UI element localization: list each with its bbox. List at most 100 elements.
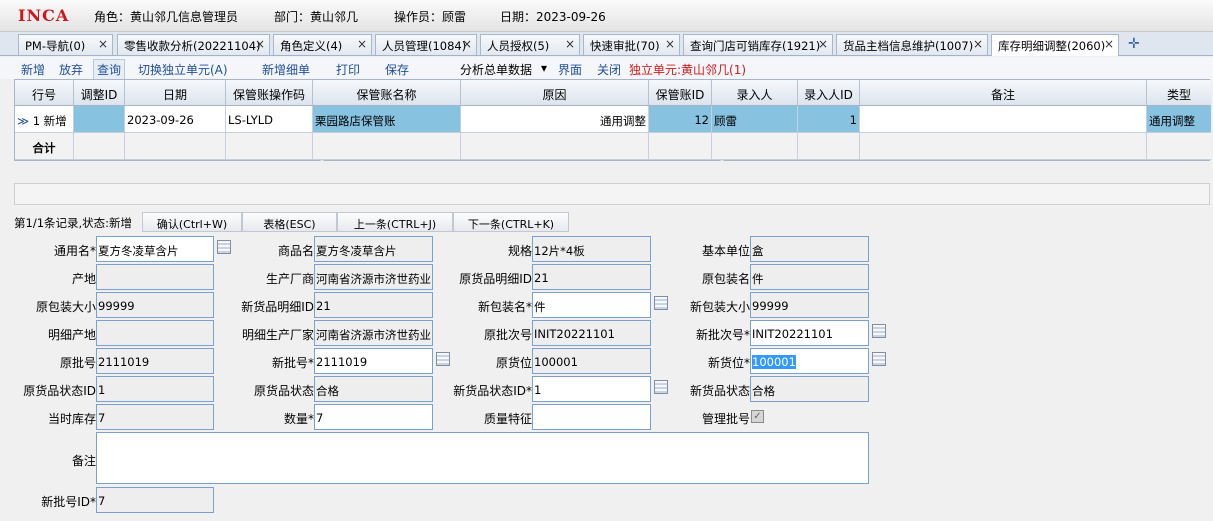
orig-detail-id-field[interactable]: 21 (532, 264, 651, 290)
orig-status-id-field[interactable]: 1 (96, 376, 214, 402)
close-icon[interactable]: × (973, 37, 983, 51)
calendar-icon[interactable] (872, 352, 886, 366)
remark-textarea[interactable] (96, 432, 869, 484)
col-reason[interactable]: 原因 (461, 80, 649, 106)
col-acct-id[interactable]: 保管账ID (649, 80, 712, 106)
prev-record-button[interactable]: 上一条(CTRL+J) (337, 212, 453, 232)
confirm-button[interactable]: 确认(Ctrl+W) (142, 212, 242, 232)
new-pack-field[interactable]: 件 (532, 292, 651, 318)
manage-batch-checkbox[interactable]: ✓ (751, 410, 764, 423)
quality-field[interactable] (532, 404, 651, 430)
tab-staff-auth[interactable]: 人员授权(5) × (480, 34, 580, 55)
origin-label: 产地 (71, 272, 96, 286)
generic-name-field[interactable]: 夏方冬凌草含片 (96, 236, 214, 262)
detail-origin-label: 明细产地 (47, 328, 96, 342)
origin-field[interactable] (96, 264, 214, 290)
close-icon[interactable]: × (665, 37, 675, 51)
new-batch-id-field[interactable]: 7 (96, 487, 214, 513)
new-batch-field[interactable]: 2111019 (314, 348, 433, 374)
col-adjust-id[interactable]: 调整ID (74, 80, 125, 106)
cell-adjust-id[interactable] (74, 106, 125, 133)
maker-field[interactable]: 河南省济源市济世药业 (314, 264, 433, 290)
cell-type[interactable]: 通用调整 (1147, 106, 1211, 133)
close-icon[interactable]: × (98, 37, 108, 51)
total-cell (649, 133, 712, 160)
tab-quick-approve[interactable]: 快速审批(70) × (583, 34, 680, 55)
total-cell (125, 133, 226, 160)
calendar-icon[interactable] (436, 352, 450, 366)
tab-stock-adjust[interactable]: 库存明细调整(2060) × (991, 34, 1119, 56)
close-icon[interactable]: × (1104, 37, 1114, 51)
cell-name[interactable]: 栗园路店保管账 (313, 106, 461, 133)
orig-loc-field[interactable]: 100001 (532, 348, 651, 374)
spec-field[interactable]: 12片*4板 (532, 236, 651, 262)
add-tab-icon[interactable]: ✛ (1128, 36, 1140, 52)
tab-staff-manage[interactable]: 人员管理(1084) × (375, 34, 477, 55)
role-label: 角色：黄山邻几信息管理员 (94, 10, 239, 24)
orig-batch-field[interactable]: 2111019 (96, 348, 214, 374)
total-cell (226, 133, 313, 160)
new-status-field[interactable]: 合格 (750, 376, 869, 402)
cell-remark[interactable] (860, 106, 1147, 133)
print-button[interactable]: 打印 (336, 61, 360, 78)
col-entered-by[interactable]: 录入人 (712, 80, 798, 106)
table-row[interactable]: ≫ 1 新增 (15, 106, 74, 133)
cell-date[interactable]: 2023-09-26 (125, 106, 226, 133)
tab-product-master[interactable]: 货品主档信息维护(1007) × (836, 34, 988, 55)
col-code[interactable]: 保管账操作码 (226, 80, 313, 106)
calendar-icon[interactable] (872, 324, 886, 338)
detail-origin-field[interactable] (96, 320, 214, 346)
close-icon[interactable]: × (818, 37, 828, 51)
new-loc-field[interactable]: 100001 (750, 348, 869, 374)
calendar-icon[interactable] (654, 296, 668, 310)
new-detail-id-field[interactable]: 21 (314, 292, 433, 318)
chevron-down-icon[interactable]: ▾ (541, 61, 547, 75)
tab-retail-analysis[interactable]: 零售收款分析(20221104) × (117, 34, 270, 55)
close-icon[interactable]: × (565, 37, 575, 51)
product-name-field[interactable]: 夏方冬凌草含片 (314, 236, 433, 262)
save-button[interactable]: 保存 (385, 61, 409, 78)
close-icon[interactable]: × (357, 37, 367, 51)
calendar-icon[interactable] (654, 380, 668, 394)
scroll-area[interactable] (14, 183, 1210, 205)
orig-lot-field[interactable]: INIT20221101 (532, 320, 651, 346)
total-cell (313, 133, 461, 160)
col-entered-by-id[interactable]: 录入人ID (798, 80, 860, 106)
col-date[interactable]: 日期 (125, 80, 226, 106)
cell-code[interactable]: LS-LYLD (226, 106, 313, 133)
orig-pack-size-field[interactable]: 99999 (96, 292, 214, 318)
cell-entered-by-id[interactable]: 1 (798, 106, 860, 133)
qty-field[interactable]: 7 (314, 404, 433, 430)
orig-status-field[interactable]: 合格 (314, 376, 433, 402)
close-button[interactable]: 关闭 (597, 61, 621, 78)
new-button[interactable]: 新增 (21, 61, 45, 78)
base-unit-field[interactable]: 盒 (750, 236, 869, 262)
new-lot-field[interactable]: INIT20221101 (750, 320, 869, 346)
ui-button[interactable]: 界面 (558, 61, 582, 78)
tab-role-define[interactable]: 角色定义(4) × (273, 34, 372, 55)
tab-pm-nav[interactable]: PM-导航(0) × (18, 34, 113, 55)
tab-store-stock[interactable]: 查询门店可销库存(1921) × (683, 34, 833, 55)
col-type[interactable]: 类型 (1147, 80, 1211, 106)
close-icon[interactable]: × (462, 37, 472, 51)
orig-pack-field[interactable]: 件 (750, 264, 869, 290)
stock-field[interactable]: 7 (96, 404, 214, 430)
new-status-id-field[interactable]: 1 (532, 376, 651, 402)
new-pack-size-field[interactable]: 99999 (750, 292, 869, 318)
cell-entered-by[interactable]: 顾雷 (712, 106, 798, 133)
discard-button[interactable]: 放弃 (59, 61, 83, 78)
add-detail-button[interactable]: 新增细单 (262, 61, 310, 78)
table-button[interactable]: 表格(ESC) (242, 212, 337, 232)
col-rownum[interactable]: 行号 (15, 80, 74, 106)
col-name[interactable]: 保管账名称 (313, 80, 461, 106)
cell-acct-id[interactable]: 12 (649, 106, 712, 133)
switch-unit-button[interactable]: 切换独立单元(A) (138, 61, 228, 78)
query-button[interactable]: 查询 (93, 59, 126, 80)
col-remark[interactable]: 备注 (860, 80, 1147, 106)
cell-reason[interactable]: 通用调整 (461, 106, 649, 133)
next-record-button[interactable]: 下一条(CTRL+K) (453, 212, 569, 232)
analysis-button[interactable]: 分析总单数据 (460, 61, 532, 78)
calendar-icon[interactable] (217, 240, 231, 254)
detail-maker-field[interactable]: 河南省济源市济世药业 (314, 320, 433, 346)
close-icon[interactable]: × (255, 37, 265, 51)
